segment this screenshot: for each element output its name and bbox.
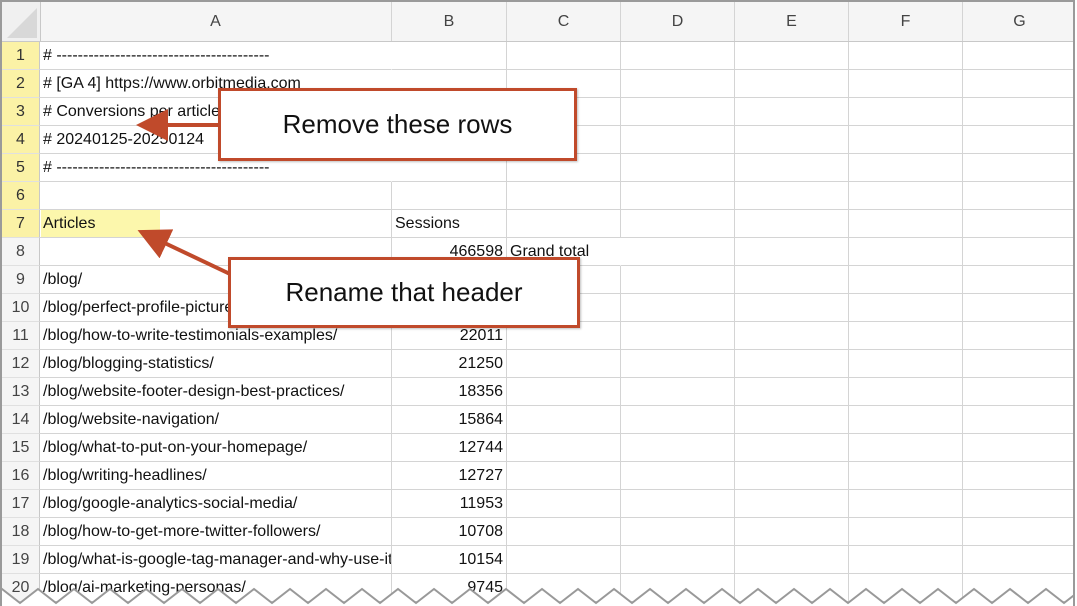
callout-remove-rows: Remove these rows: [218, 88, 577, 161]
callout-rename-header: Rename that header: [228, 257, 580, 328]
spreadsheet-window: A B C D E F G 1 # -----------------------…: [0, 0, 1075, 606]
torn-edge: [2, 587, 1073, 606]
arrow-rename-header: [137, 229, 231, 276]
